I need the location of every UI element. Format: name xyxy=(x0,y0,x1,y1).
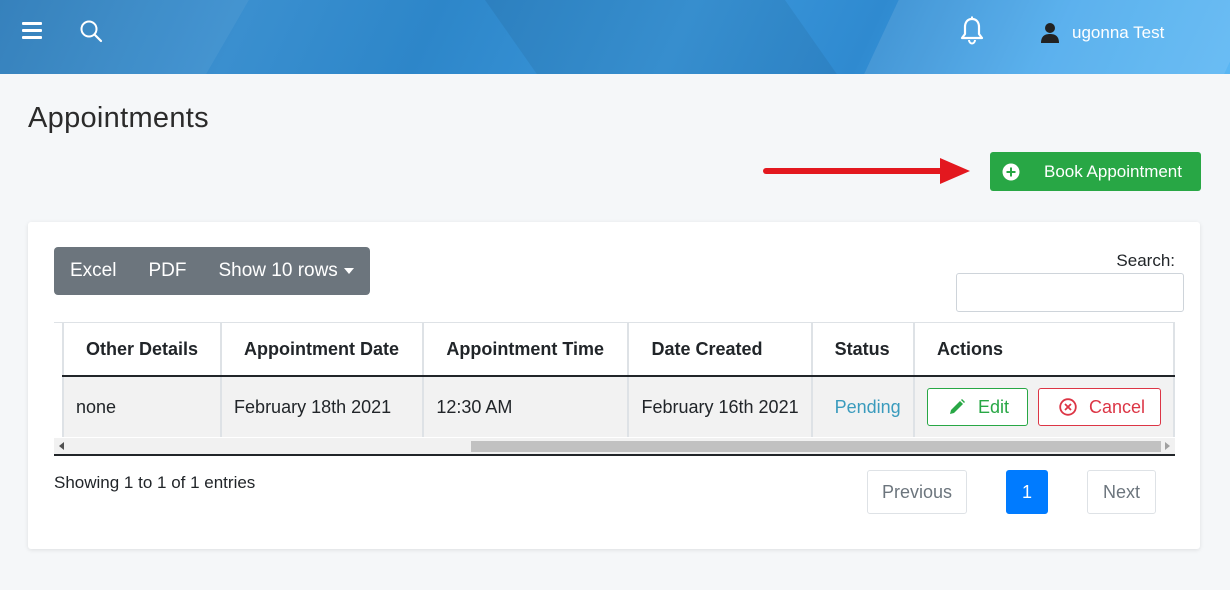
previous-page-button[interactable]: Previous xyxy=(867,470,967,514)
cell-other-details: none xyxy=(61,376,223,437)
header-actions: Actions xyxy=(912,323,1175,377)
show-rows-dropdown[interactable]: Show 10 rows xyxy=(202,247,369,295)
menu-icon[interactable] xyxy=(22,22,42,40)
header-appointment-time[interactable]: Appointment Time xyxy=(422,323,630,377)
header-date-created[interactable]: Date Created xyxy=(627,323,813,377)
search-icon[interactable] xyxy=(78,18,104,44)
appointments-table-wrapper: Other Details Appointment Date Appointme… xyxy=(54,322,1175,456)
cell-date-created: February 16th 2021 xyxy=(627,376,813,437)
bell-icon[interactable] xyxy=(958,16,986,46)
table-info: Showing 1 to 1 of 1 entries xyxy=(54,473,256,492)
search-input[interactable] xyxy=(956,273,1184,312)
header-appointment-date[interactable]: Appointment Date xyxy=(220,323,425,377)
book-appointment-button[interactable]: Book Appointment xyxy=(990,152,1201,191)
book-appointment-label: Book Appointment xyxy=(1044,161,1182,181)
horizontal-scrollbar[interactable] xyxy=(54,438,1175,454)
next-page-button[interactable]: Next xyxy=(1087,470,1156,514)
header-status[interactable]: Status xyxy=(810,323,915,377)
page-title: Appointments xyxy=(28,102,209,134)
pagination: Previous 1 Next xyxy=(867,470,1156,514)
user-name: ugonna Test xyxy=(1072,23,1165,42)
status-badge: Pending xyxy=(810,376,915,437)
caret-down-icon xyxy=(343,268,354,274)
scroll-right-arrow-icon[interactable] xyxy=(1165,442,1170,450)
cell-appointment-time: 12:30 AM xyxy=(422,376,630,437)
pdf-button[interactable]: PDF xyxy=(132,247,202,295)
edit-button[interactable]: Edit xyxy=(926,388,1028,426)
appointments-table: Other Details Appointment Date Appointme… xyxy=(61,323,1175,437)
cancel-label: Cancel xyxy=(1088,396,1146,417)
appointments-card: Excel PDF Show 10 rows Search: Other Det… xyxy=(28,222,1200,549)
pencil-icon xyxy=(949,399,965,414)
show-rows-label: Show 10 rows xyxy=(218,260,338,281)
export-button-group: Excel PDF Show 10 rows xyxy=(54,247,370,295)
excel-button[interactable]: Excel xyxy=(54,247,132,295)
search-label: Search: xyxy=(1116,251,1175,270)
red-arrow-annotation xyxy=(763,158,970,184)
plus-circle-icon xyxy=(1002,163,1020,180)
scroll-left-arrow-icon[interactable] xyxy=(59,442,64,450)
cancel-button[interactable]: Cancel xyxy=(1037,388,1161,426)
scrollbar-thumb[interactable] xyxy=(471,441,1161,452)
cell-actions: Edit Cancel xyxy=(912,376,1175,437)
close-circle-icon xyxy=(1059,398,1077,416)
table-row: none February 18th 2021 12:30 AM Februar… xyxy=(61,376,1175,437)
user-icon xyxy=(1041,23,1059,43)
cell-appointment-date: February 18th 2021 xyxy=(220,376,425,437)
user-menu[interactable]: ugonna Test xyxy=(1040,20,1164,46)
header-other-details[interactable]: Other Details xyxy=(61,323,223,377)
page-1-button[interactable]: 1 xyxy=(1006,470,1048,514)
edit-label: Edit xyxy=(977,396,1009,417)
